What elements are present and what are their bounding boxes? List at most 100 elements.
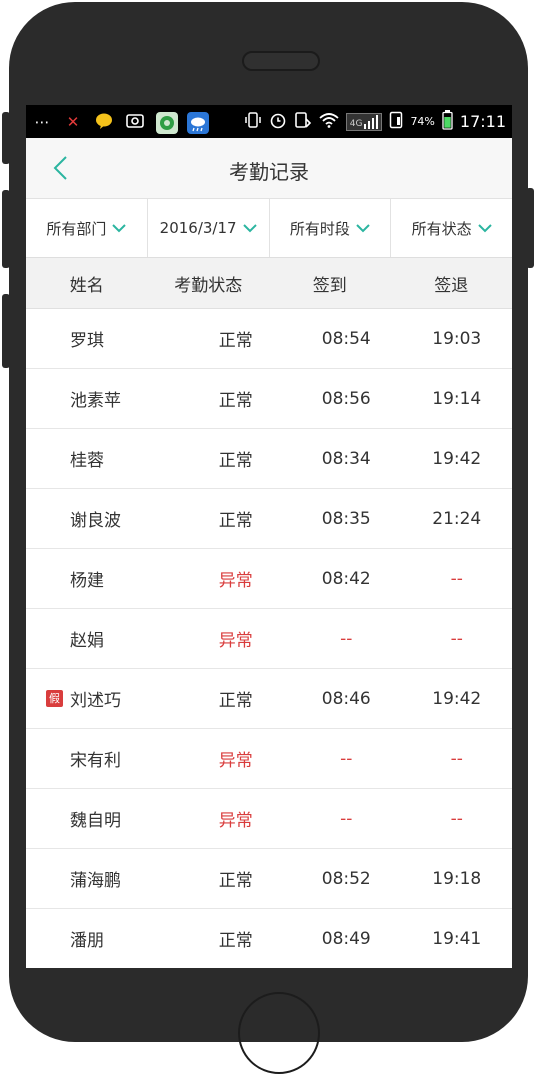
leave-badge: 假 [46, 690, 63, 707]
status-cell: 异常 [218, 571, 253, 591]
wifi-icon [319, 112, 339, 131]
check-out-cell: 19:42 [432, 688, 482, 709]
check-out-cell: 21:24 [432, 508, 482, 529]
name-cell: 罗琪 [70, 331, 104, 351]
weather-icon [187, 111, 209, 134]
department-filter-label: 所有部门 [46, 219, 107, 238]
check-in-cell: -- [340, 808, 353, 829]
status-bar: ⋯ ✕ 4G 74% 17:11 [26, 105, 512, 138]
check-in-cell: 08:46 [321, 688, 371, 709]
table-row[interactable]: 谢良波 正常 08:35 21:24 [26, 489, 512, 549]
status-cell: 正常 [218, 931, 253, 951]
column-header-check-out: 签退 [434, 275, 469, 296]
check-in-cell: -- [340, 628, 353, 649]
column-header-status: 考勤状态 [174, 275, 243, 296]
name-cell: 魏自明 [70, 811, 121, 831]
check-out-cell: 19:42 [432, 448, 482, 469]
alarm-icon [269, 111, 287, 132]
check-out-cell: 19:14 [432, 388, 482, 409]
status-cell: 正常 [218, 331, 253, 351]
status-cell: 正常 [218, 691, 253, 711]
attendance-list: 罗琪 正常 08:54 19:03 池素苹 正常 08:56 19:14 桂蓉 正常 08:34 19… [26, 309, 512, 968]
table-row[interactable]: 桂蓉 正常 08:34 19:42 [26, 429, 512, 489]
status-cell: 正常 [218, 451, 253, 471]
chevron-down-icon [477, 223, 492, 232]
name-cell: 宋有利 [70, 751, 121, 771]
filter-bar: 所有部门 2016/3/17 所有时段 所有状态 [26, 199, 512, 258]
status-filter[interactable]: 所有状态 [391, 199, 512, 257]
check-in-cell: 08:35 [321, 508, 371, 529]
column-header-name: 姓名 [69, 275, 104, 296]
table-row[interactable]: 宋有利 异常 -- -- [26, 729, 512, 789]
column-header-check-in: 签到 [312, 275, 347, 296]
volume-up-button [2, 190, 10, 268]
period-filter-label: 所有时段 [289, 219, 350, 238]
battery-icon [442, 110, 453, 133]
table-header: 姓名 考勤状态 签到 签退 [26, 258, 512, 309]
table-row[interactable]: 赵娟 异常 -- -- [26, 609, 512, 669]
home-button[interactable] [238, 992, 320, 1074]
table-row[interactable]: 潘朋 正常 08:49 19:41 [26, 909, 512, 968]
earpiece [242, 51, 320, 71]
department-filter[interactable]: 所有部门 [26, 199, 148, 257]
check-out-cell: 19:41 [432, 928, 482, 949]
app-flower-icon [156, 111, 178, 134]
battery-percent: 74% [410, 115, 435, 128]
check-in-cell: -- [340, 748, 353, 769]
signal-icon: 4G [345, 112, 383, 131]
check-out-cell: -- [450, 808, 463, 829]
name-cell: 蒲海鹏 [70, 871, 121, 891]
side-button-top [2, 112, 10, 164]
message-bubble-icon [94, 112, 114, 132]
missed-call-icon: ✕ [66, 112, 80, 131]
table-row[interactable]: 池素苹 正常 08:56 19:14 [26, 369, 512, 429]
chevron-down-icon [356, 223, 370, 232]
name-cell: 潘朋 [70, 931, 104, 951]
more-icon: ⋯ [34, 112, 50, 131]
status-filter-label: 所有状态 [411, 219, 472, 238]
table-row[interactable]: 魏自明 异常 -- -- [26, 789, 512, 849]
name-cell: 杨建 [70, 571, 104, 591]
check-out-cell: -- [450, 568, 463, 589]
table-row[interactable]: 假刘述巧 正常 08:46 19:42 [26, 669, 512, 729]
vibrate-icon [244, 111, 262, 132]
name-cell: 桂蓉 [70, 451, 104, 471]
check-in-cell: 08:52 [321, 868, 371, 889]
check-out-cell: 19:03 [432, 328, 482, 349]
check-out-cell: -- [450, 628, 463, 649]
check-out-cell: -- [450, 748, 463, 769]
sim2-icon [389, 111, 403, 132]
power-button [526, 188, 534, 268]
table-row[interactable]: 杨建 异常 08:42 -- [26, 549, 512, 609]
volume-down-button [2, 294, 10, 368]
sim-data-icon [294, 111, 312, 132]
check-out-cell: 19:18 [432, 868, 482, 889]
check-in-cell: 08:42 [321, 568, 371, 589]
status-cell: 异常 [218, 631, 253, 651]
check-in-cell: 08:49 [321, 928, 371, 949]
name-cell: 谢良波 [70, 511, 121, 531]
network-type: 4G [349, 118, 363, 129]
name-cell: 赵娟 [70, 631, 104, 651]
clock: 17:11 [459, 112, 506, 131]
title-bar: 考勤记录 [26, 138, 512, 199]
check-in-cell: 08:34 [321, 448, 371, 469]
screenshot-icon [125, 112, 145, 132]
table-row[interactable]: 蒲海鹏 正常 08:52 19:18 [26, 849, 512, 909]
table-row[interactable]: 罗琪 正常 08:54 19:03 [26, 309, 512, 369]
date-filter[interactable]: 2016/3/17 [148, 199, 270, 257]
status-cell: 异常 [218, 811, 253, 831]
chevron-down-icon [242, 223, 257, 232]
check-in-cell: 08:56 [321, 388, 371, 409]
status-cell: 正常 [218, 511, 253, 531]
status-cell: 正常 [218, 391, 253, 411]
date-filter-label: 2016/3/17 [159, 219, 237, 237]
period-filter[interactable]: 所有时段 [270, 199, 392, 257]
chevron-down-icon [112, 223, 127, 232]
status-cell: 正常 [218, 871, 253, 891]
status-cell: 异常 [218, 751, 253, 771]
screen: ⋯ ✕ 4G 74% 17:11 考勤记录 所有部门 2016/3/17 所有时… [26, 105, 512, 968]
page-title: 考勤记录 [229, 160, 309, 184]
check-in-cell: 08:54 [321, 328, 371, 349]
name-cell: 池素苹 [70, 391, 121, 411]
